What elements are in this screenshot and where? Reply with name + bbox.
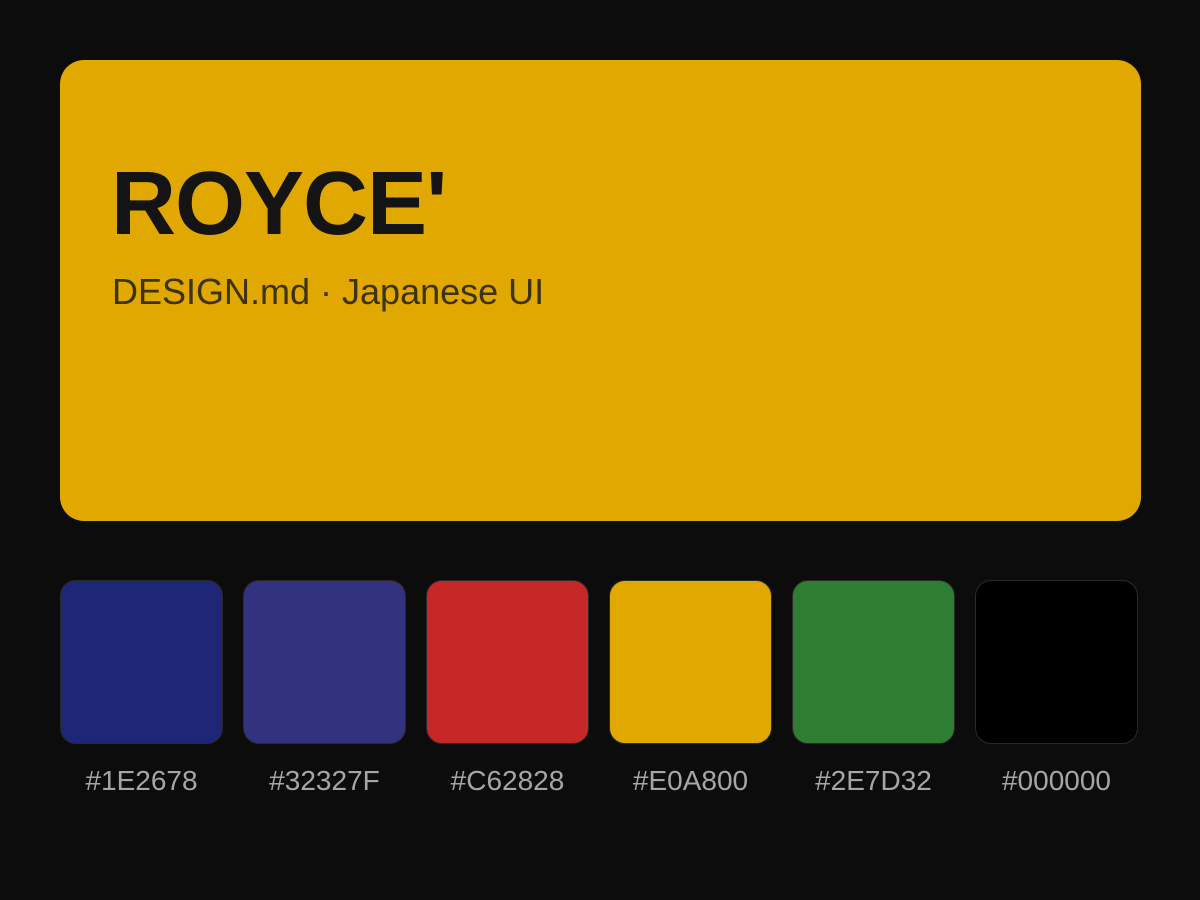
color-swatch-label: #E0A800 <box>632 765 749 796</box>
color-swatch <box>609 580 772 744</box>
color-swatch-label: #C62828 <box>450 765 565 796</box>
color-swatch-label: #1E2678 <box>85 765 198 796</box>
color-swatch-label: #2E7D32 <box>815 765 932 796</box>
color-swatch <box>60 580 223 744</box>
brand-title: ROYCE' <box>111 154 447 254</box>
color-swatch <box>792 580 955 744</box>
brand-hero-card: ROYCE' DESIGN.md · Japanese UI <box>60 60 1141 521</box>
color-swatch-label: #32327F <box>269 765 380 796</box>
color-swatch <box>243 580 406 744</box>
color-swatch <box>975 580 1138 744</box>
brand-subtitle: DESIGN.md · Japanese UI <box>112 271 545 312</box>
color-swatch <box>426 580 589 744</box>
color-swatch-label: #000000 <box>1001 765 1111 796</box>
